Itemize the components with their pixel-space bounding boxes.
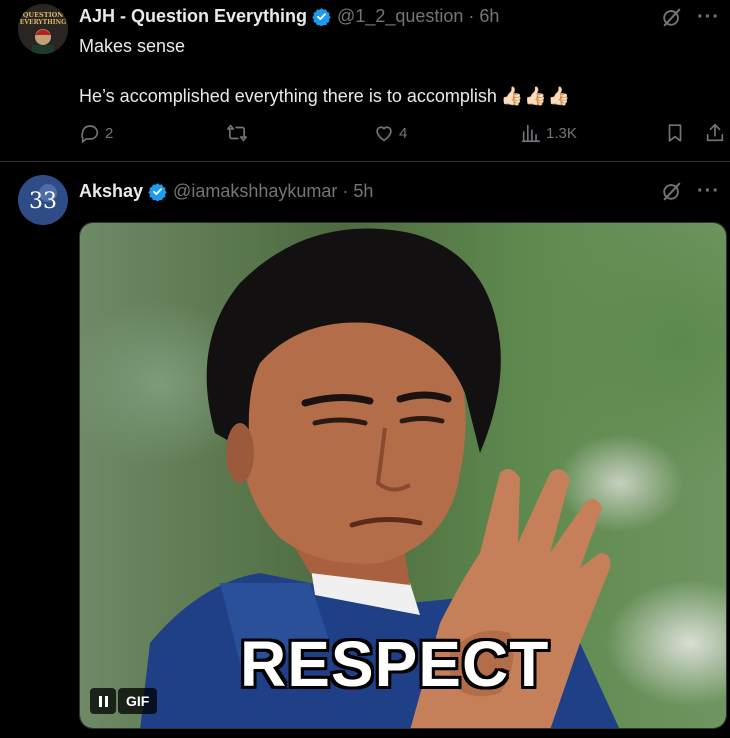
tweet-header: AJH - Question Everything @1_2_question … bbox=[79, 6, 499, 27]
display-name[interactable]: Akshay bbox=[79, 181, 143, 202]
avatar[interactable]: QUESTION EVERYTHING bbox=[18, 4, 68, 54]
tweet-top-actions: ··· bbox=[661, 180, 720, 202]
avatar-label: 33 bbox=[29, 189, 57, 214]
share-button[interactable] bbox=[704, 122, 726, 144]
more-icon[interactable]: ··· bbox=[697, 181, 720, 201]
retweet-button[interactable] bbox=[226, 122, 248, 144]
reply-icon bbox=[81, 125, 99, 144]
separator: · bbox=[342, 181, 349, 201]
grok-icon[interactable] bbox=[661, 6, 683, 28]
tweet-text-line: Makes sense bbox=[79, 36, 186, 56]
gif-controls: GIF bbox=[90, 688, 158, 714]
svg-text:QUESTION: QUESTION bbox=[23, 11, 64, 19]
svg-text:EVERYTHING: EVERYTHING bbox=[20, 19, 66, 26]
tweet-text-line: He’s accomplished everything there is to… bbox=[79, 84, 571, 108]
handle[interactable]: @1_2_question bbox=[337, 6, 463, 27]
verified-badge-icon bbox=[312, 8, 331, 26]
gif-badge: GIF bbox=[118, 688, 158, 714]
gif-media[interactable]: RESPECT GIF bbox=[79, 222, 727, 729]
like-button[interactable]: 4 bbox=[373, 122, 407, 144]
like-count: 4 bbox=[399, 124, 408, 142]
views-button[interactable]: 1.3K bbox=[520, 122, 577, 144]
retweet-icon bbox=[227, 124, 247, 142]
tweet-actions: 2 4 1.3K bbox=[79, 122, 729, 148]
verified-badge-icon bbox=[148, 183, 167, 201]
reply-count: 2 bbox=[105, 124, 114, 142]
tweet[interactable]: 33 Akshay @iamakshhaykumar · 5h ··· RESP… bbox=[0, 163, 730, 738]
bookmark-button[interactable] bbox=[664, 122, 686, 144]
bookmark-icon bbox=[668, 124, 682, 142]
tweet-top-actions: ··· bbox=[661, 6, 720, 28]
avatar[interactable]: 33 bbox=[18, 175, 68, 225]
display-name[interactable]: AJH - Question Everything bbox=[79, 6, 307, 27]
share-icon bbox=[706, 123, 724, 142]
timestamp[interactable]: 6h bbox=[479, 6, 499, 27]
like-icon bbox=[376, 126, 392, 142]
more-icon[interactable]: ··· bbox=[697, 7, 720, 27]
reply-button[interactable]: 2 bbox=[79, 122, 113, 144]
tweet-header: Akshay @iamakshhaykumar · 5h bbox=[79, 181, 373, 202]
view-count: 1.3K bbox=[546, 124, 577, 142]
pause-icon[interactable] bbox=[90, 688, 116, 714]
timestamp[interactable]: 5h bbox=[353, 181, 373, 202]
gif-caption: RESPECT bbox=[240, 628, 550, 700]
separator: · bbox=[468, 6, 475, 26]
tweet-text: He’s accomplished everything there is to… bbox=[79, 86, 497, 106]
grok-icon[interactable] bbox=[661, 180, 683, 202]
tweet[interactable]: QUESTION EVERYTHING AJH - Question Every… bbox=[0, 0, 730, 162]
views-icon bbox=[521, 124, 541, 143]
handle[interactable]: @iamakshhaykumar bbox=[173, 181, 337, 202]
thumbs-up-emoji: 👍🏻👍🏻👍🏻 bbox=[500, 86, 572, 106]
